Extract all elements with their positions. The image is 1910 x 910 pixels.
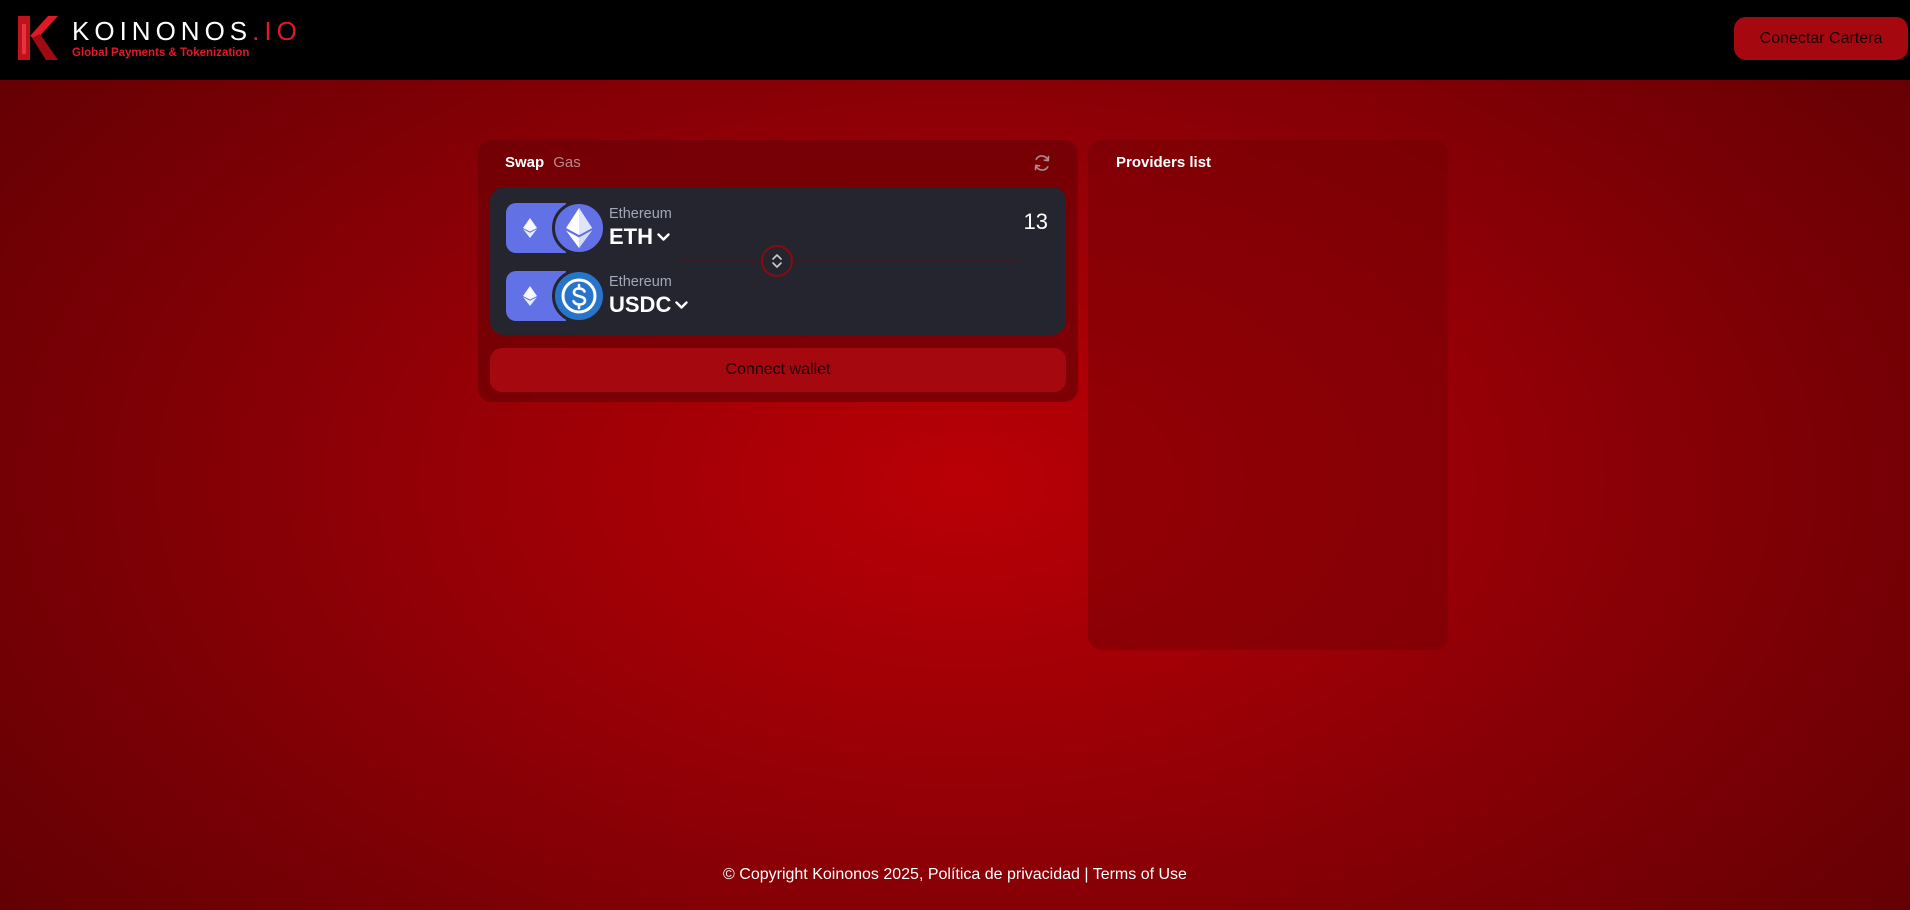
- terms-of-use-link[interactable]: Terms of Use: [1093, 866, 1187, 883]
- eth-icon: [566, 208, 592, 248]
- from-amount-input[interactable]: 13: [1024, 209, 1048, 235]
- footer-separator: |: [1084, 866, 1089, 883]
- ethereum-chain-icon: [523, 218, 537, 238]
- from-token-row: Ethereum ETH: [506, 201, 672, 255]
- brand-name: KOINONOS: [72, 16, 253, 46]
- top-navbar: KOINONOS.IO Global Payments & Tokenizati…: [0, 0, 1910, 80]
- privacy-policy-link[interactable]: Política de privacidad: [928, 866, 1080, 883]
- swap-tabs: Swap Gas: [505, 154, 581, 171]
- tab-swap[interactable]: Swap: [505, 154, 544, 171]
- from-token-symbol: ETH: [609, 224, 653, 249]
- ethereum-chain-icon: [523, 286, 537, 306]
- refresh-icon[interactable]: [1032, 153, 1052, 173]
- token-divider: [680, 260, 1020, 261]
- to-token-symbol: USDC: [609, 292, 672, 317]
- connect-wallet-header-button[interactable]: Conectar Cartera: [1734, 17, 1908, 60]
- eth-token-icon: [552, 201, 606, 255]
- copyright-text: © Copyright Koinonos 2025,: [723, 866, 924, 883]
- brand-text: KOINONOS.IO Global Payments & Tokenizati…: [72, 16, 302, 60]
- brand-tld: .IO: [252, 16, 302, 46]
- from-network-label: Ethereum: [609, 206, 672, 222]
- providers-title: Providers list: [1116, 154, 1212, 171]
- usdc-icon: [561, 278, 597, 314]
- brand-tagline: Global Payments & Tokenization: [72, 47, 250, 59]
- swap-token-panel: Ethereum ETH 13 Ethereum USDC: [490, 187, 1066, 335]
- brand-title: KOINONOS.IO: [72, 16, 302, 46]
- providers-panel: Providers list: [1088, 140, 1448, 650]
- koinonos-logo-icon: [18, 16, 58, 60]
- to-token-select[interactable]: USDC: [609, 291, 689, 319]
- swap-arrows-icon: [772, 254, 782, 268]
- tab-gas[interactable]: Gas: [553, 154, 581, 171]
- connect-wallet-button[interactable]: Connect wallet: [490, 348, 1066, 392]
- to-token-info: Ethereum USDC: [609, 273, 689, 319]
- usdc-token-icon: [552, 269, 606, 323]
- swap-direction-button[interactable]: [761, 245, 793, 277]
- to-network-label: Ethereum: [609, 274, 672, 290]
- footer: © Copyright Koinonos 2025, Política de p…: [0, 866, 1910, 884]
- swap-card: Swap Gas Ethereum ETH 13 Ethereum USDC C…: [478, 140, 1078, 402]
- brand-logo[interactable]: KOINONOS.IO Global Payments & Tokenizati…: [14, 14, 302, 62]
- from-token-info: Ethereum ETH: [609, 205, 672, 251]
- to-token-row: Ethereum USDC: [506, 269, 689, 323]
- from-token-select[interactable]: ETH: [609, 223, 672, 251]
- chevron-down-icon: [675, 300, 689, 309]
- chevron-down-icon: [657, 232, 670, 241]
